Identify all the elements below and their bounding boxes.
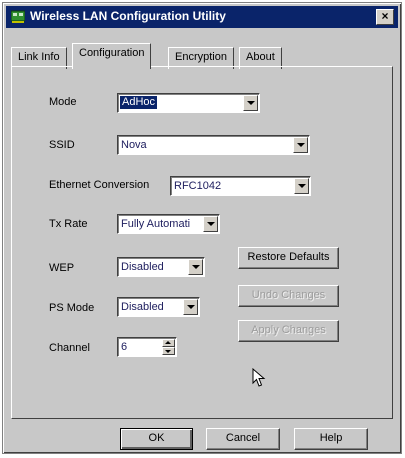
mode-value: AdHoc xyxy=(120,96,158,109)
channel-stepper[interactable]: 6 xyxy=(117,337,177,357)
channel-label: Channel xyxy=(49,342,90,354)
wep-value: Disabled xyxy=(121,261,164,273)
configuration-panel: Mode AdHoc SSID Nova Ethernet Conversion… xyxy=(11,66,393,419)
ps-mode-value: Disabled xyxy=(121,301,164,313)
chevron-down-icon[interactable] xyxy=(293,137,308,153)
chevron-down-icon[interactable] xyxy=(162,347,175,355)
chevron-down-icon[interactable] xyxy=(243,95,258,111)
channel-value: 6 xyxy=(121,341,128,353)
ssid-value: Nova xyxy=(121,139,147,151)
mode-select[interactable]: AdHoc xyxy=(117,93,260,113)
tx-rate-value: Fully Automati xyxy=(121,218,191,230)
cancel-button[interactable]: Cancel xyxy=(206,428,280,450)
ps-mode-select[interactable]: Disabled xyxy=(117,297,200,317)
ps-mode-label: PS Mode xyxy=(49,302,95,314)
tx-rate-select[interactable]: Fully Automati xyxy=(117,214,220,234)
apply-changes-button[interactable]: Apply Changes xyxy=(238,320,339,342)
ok-button[interactable]: OK xyxy=(120,428,193,450)
ethernet-conversion-value: RFC1042 xyxy=(174,180,222,192)
tab-configuration[interactable]: Configuration xyxy=(72,43,152,69)
ssid-label: SSID xyxy=(49,139,75,151)
ethernet-conversion-select[interactable]: RFC1042 xyxy=(170,176,311,196)
chevron-up-icon[interactable] xyxy=(162,339,175,347)
chevron-down-icon[interactable] xyxy=(294,178,309,194)
ssid-select[interactable]: Nova xyxy=(117,135,310,155)
mouse-pointer-icon xyxy=(252,368,266,387)
help-button[interactable]: Help xyxy=(294,428,368,450)
undo-changes-button[interactable]: Undo Changes xyxy=(238,285,339,307)
restore-defaults-button[interactable]: Restore Defaults xyxy=(238,247,339,269)
close-icon: × xyxy=(381,9,389,23)
window-title: Wireless LAN Configuration Utility xyxy=(30,9,226,23)
network-card-icon xyxy=(11,10,25,23)
mode-label: Mode xyxy=(49,96,77,108)
chevron-down-icon[interactable] xyxy=(188,259,203,275)
title-bar[interactable]: Wireless LAN Configuration Utility × xyxy=(6,6,398,28)
ethernet-conversion-label: Ethernet Conversion xyxy=(49,179,150,191)
chevron-down-icon[interactable] xyxy=(203,216,218,232)
tx-rate-label: Tx Rate xyxy=(49,218,88,230)
app-window: Wireless LAN Configuration Utility × Lin… xyxy=(2,2,402,454)
close-button[interactable]: × xyxy=(376,9,394,25)
wep-label: WEP xyxy=(49,262,75,274)
wep-select[interactable]: Disabled xyxy=(117,257,205,277)
chevron-down-icon[interactable] xyxy=(183,299,198,315)
